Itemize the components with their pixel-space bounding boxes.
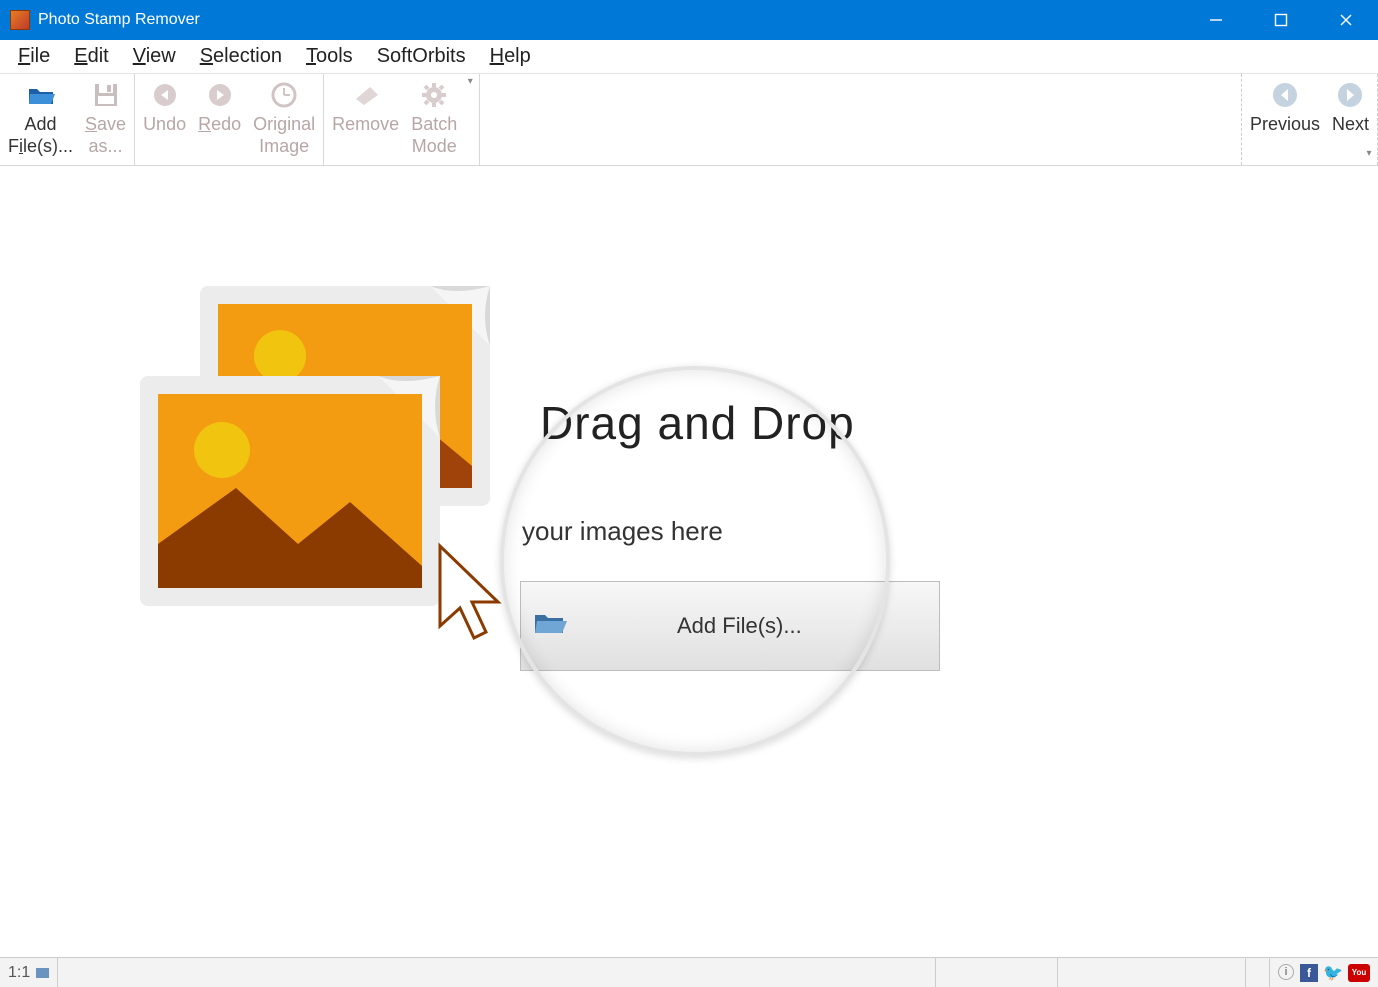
folder-icon	[533, 610, 567, 642]
gear-icon	[421, 80, 447, 110]
maximize-button[interactable]	[1248, 0, 1313, 40]
toolbar-overflow-right[interactable]: ▾	[1362, 148, 1376, 163]
menu-bar: File Edit View Selection Tools SoftOrbit…	[0, 40, 1378, 74]
undo-button[interactable]: Undo	[137, 76, 192, 138]
status-cell-main	[58, 958, 936, 987]
photo-stack-icon	[140, 286, 520, 646]
next-button[interactable]: Next	[1326, 76, 1375, 138]
history-icon	[271, 80, 297, 110]
save-icon	[93, 80, 119, 110]
app-icon	[10, 10, 30, 30]
previous-icon	[1271, 80, 1299, 110]
drop-subheading: your images here	[522, 516, 723, 547]
menu-edit[interactable]: Edit	[62, 41, 120, 72]
toolbar-group-nav: Previous Next	[1241, 74, 1378, 165]
next-icon	[1336, 80, 1364, 110]
toolbar: AddFile(s)... Saveas... Undo Redo Ori	[0, 74, 1378, 166]
add-files-button[interactable]: AddFile(s)...	[2, 76, 79, 159]
original-image-button[interactable]: Original Image	[247, 76, 321, 159]
twitter-icon[interactable]: 🐦	[1324, 964, 1342, 982]
add-files-big-button[interactable]: Add File(s)...	[520, 581, 940, 671]
social-links: i f 🐦 You	[1270, 964, 1378, 982]
status-cell-3	[1058, 958, 1246, 987]
menu-selection[interactable]: Selection	[188, 41, 294, 72]
undo-icon	[152, 80, 178, 110]
previous-button[interactable]: Previous	[1244, 76, 1326, 138]
menu-file[interactable]: File	[6, 41, 62, 72]
zoom-indicator[interactable]: 1:1	[0, 958, 58, 987]
info-icon[interactable]: i	[1278, 964, 1294, 980]
toolbar-group-file: AddFile(s)... Saveas...	[0, 74, 135, 165]
title-bar: Photo Stamp Remover	[0, 0, 1378, 40]
close-icon	[1339, 13, 1353, 27]
minimize-icon	[1209, 13, 1223, 27]
app-title: Photo Stamp Remover	[38, 11, 200, 29]
status-cell-2	[936, 958, 1058, 987]
minimize-button[interactable]	[1183, 0, 1248, 40]
menu-view[interactable]: View	[121, 41, 188, 72]
erase-icon	[352, 80, 380, 110]
maximize-icon	[1274, 13, 1288, 27]
status-cell-4	[1246, 958, 1270, 987]
redo-button[interactable]: Redo	[192, 76, 247, 138]
batch-mode-button[interactable]: Batch Mode	[405, 76, 463, 159]
remove-button[interactable]: Remove	[326, 76, 405, 138]
menu-tools[interactable]: Tools	[294, 41, 365, 72]
facebook-icon[interactable]: f	[1300, 964, 1318, 982]
close-button[interactable]	[1313, 0, 1378, 40]
menu-help[interactable]: Help	[478, 41, 543, 72]
save-as-button[interactable]: Saveas...	[79, 76, 132, 159]
menu-softorbits[interactable]: SoftOrbits	[365, 41, 478, 72]
toolbar-group-history: Undo Redo Original Image	[135, 74, 324, 165]
youtube-icon[interactable]: You	[1348, 964, 1370, 982]
fit-screen-icon	[34, 966, 49, 980]
redo-icon	[207, 80, 233, 110]
toolbar-group-process: Remove Batch Mode ▾	[324, 74, 480, 165]
canvas-drop-area[interactable]: Drag and Drop your images here Add File(…	[0, 166, 1378, 957]
folder-open-icon	[27, 80, 55, 110]
drop-heading: Drag and Drop	[540, 396, 855, 450]
status-bar: 1:1 i f 🐦 You	[0, 957, 1378, 987]
toolbar-overflow-left[interactable]: ▾	[463, 76, 477, 91]
add-files-big-label: Add File(s)...	[677, 613, 802, 639]
